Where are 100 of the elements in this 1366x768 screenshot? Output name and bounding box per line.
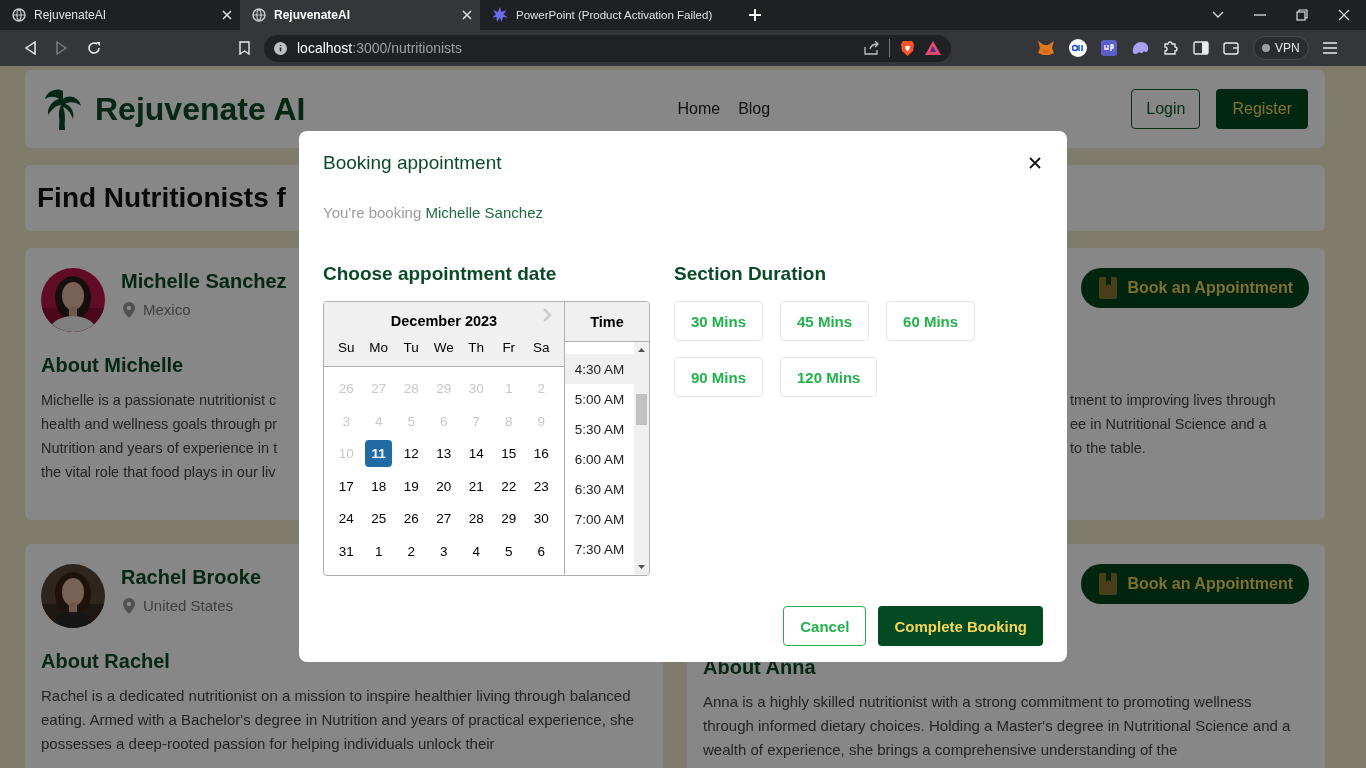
bio-text: Nutrition and years of experience in t — [41, 439, 278, 458]
section-heading: Section Duration — [674, 262, 827, 286]
calendar-day[interactable]: 17 — [332, 472, 360, 500]
close-button[interactable] — [1027, 155, 1043, 171]
bio-text: health and wellness goals through pr — [41, 415, 278, 434]
calendar-day[interactable]: 22 — [495, 472, 523, 500]
calendar-day[interactable]: 25 — [365, 505, 393, 533]
book-icon — [1099, 277, 1118, 299]
bookmark-icon[interactable] — [238, 41, 250, 55]
scrollbar[interactable] — [634, 342, 649, 575]
weekday-label: Sa — [532, 340, 551, 355]
weekday-label: Mo — [368, 340, 390, 355]
scrollbar-thumb[interactable] — [636, 394, 647, 425]
calendar-day[interactable]: 4 — [462, 537, 490, 565]
weekday-label: Su — [337, 340, 356, 355]
status-dot-icon — [1262, 44, 1270, 52]
forward-icon[interactable] — [56, 41, 68, 55]
address-bar[interactable]: localhost:3000/nutritionists — [264, 34, 951, 62]
globe-icon — [12, 8, 26, 22]
time-header: Time — [565, 302, 649, 342]
calendar-day[interactable]: 12 — [397, 440, 425, 468]
nutritionist-name: Rachel Brooke — [121, 566, 262, 589]
close-icon — [1029, 157, 1041, 169]
calendar-day[interactable]: 2 — [397, 537, 425, 565]
calendar-day[interactable]: 18 — [365, 472, 393, 500]
vpn-button[interactable]: VPN — [1253, 36, 1309, 60]
lion-shield-icon[interactable] — [900, 39, 915, 57]
scroll-up-icon[interactable] — [638, 348, 645, 352]
calendar-day[interactable]: 11 — [365, 440, 393, 468]
calendar-day[interactable]: 21 — [462, 472, 490, 500]
close-icon[interactable] — [1338, 9, 1350, 21]
reload-icon[interactable] — [87, 41, 101, 55]
nav-link[interactable]: Home — [677, 100, 721, 118]
calendar-day[interactable]: 16 — [527, 440, 555, 468]
bio-text: ee in Nutritional Science and a — [1070, 415, 1267, 434]
location-pin-icon — [123, 301, 135, 318]
browser-tab[interactable]: PowerPoint (Product Activation Failed) — [480, 0, 742, 30]
bio-text: tment to improving lives through — [1070, 391, 1276, 410]
browser-tab[interactable]: RejuvenateAI — [0, 0, 240, 30]
complete-booking-button[interactable]: Complete Booking — [878, 606, 1043, 646]
login-button[interactable]: Login — [1131, 89, 1201, 129]
booking-summary: You're booking Michelle Sanchez — [323, 203, 544, 223]
bio-text: Anna is a highly skilled nutritionist with a strong commitment to promoting wellness through informed dietary choices. Holding a Master's degree in Nutritional Science and a wealth of experience, she brings a comprehensive understanding of the — [703, 692, 1292, 760]
calendar-day[interactable]: 30 — [527, 505, 555, 533]
calendar-day[interactable]: 15 — [495, 440, 523, 468]
info-icon — [274, 41, 287, 55]
location-text: Mexico — [143, 301, 191, 318]
wallet-icon[interactable] — [1223, 41, 1239, 55]
close-icon[interactable] — [462, 10, 472, 20]
location-text: United States — [143, 597, 234, 614]
calendar-day[interactable]: 1 — [365, 537, 393, 565]
brand-name: Rejuvenate AI — [95, 90, 306, 128]
section-heading: Choose appointment date — [323, 262, 558, 286]
calendar-day[interactable]: 26 — [397, 505, 425, 533]
bio-text: Rachel is a dedicated nutritionist on a mission to inspire healthier living through balanced eating. Armed with a Bachelor's degree in Nutrition and years of practical experience, she possesses a deep-rooted passion for helping individuals unlock their — [41, 686, 636, 754]
calendar-day[interactable]: 28 — [462, 505, 490, 533]
triangle-icon[interactable] — [925, 41, 941, 55]
chevron-right-icon — [543, 308, 552, 322]
chevron-down-icon[interactable] — [1212, 11, 1224, 19]
sparkle-icon — [492, 7, 508, 23]
square-icon[interactable] — [1101, 40, 1117, 56]
browser-tab[interactable]: RejuvenateAI — [240, 0, 480, 30]
nav-link[interactable]: Blog — [738, 100, 771, 118]
about-heading: About Rachel — [41, 649, 170, 673]
calendar-day[interactable]: 20 — [430, 472, 458, 500]
puzzle-icon[interactable] — [1163, 40, 1179, 56]
calendar-day[interactable]: 19 — [397, 472, 425, 500]
bio-text: Michelle is a passionate nutritionist c — [41, 391, 277, 410]
weekday-label: Fr — [501, 340, 517, 355]
plus-icon[interactable] — [748, 8, 762, 22]
calendar-day[interactable]: 24 — [332, 505, 360, 533]
location-pin-icon — [123, 597, 135, 614]
calendar-day[interactable]: 3 — [430, 537, 458, 565]
fox-icon[interactable] — [1037, 40, 1055, 56]
bio-text: to the table. — [1070, 439, 1146, 458]
scroll-down-icon[interactable] — [638, 565, 645, 569]
time-slot[interactable]: 4:30 AM — [565, 354, 634, 384]
close-icon[interactable] — [222, 10, 232, 20]
calendar-day[interactable]: 31 — [332, 537, 360, 565]
weekday-label: We — [432, 340, 455, 355]
nutritionist-name: Michelle Sanchez — [121, 270, 287, 293]
about-heading: About Michelle — [41, 353, 184, 377]
calendar-day[interactable]: 27 — [430, 505, 458, 533]
menu-icon[interactable] — [1322, 42, 1337, 54]
weekday-label: Th — [467, 340, 486, 355]
calendar-day[interactable]: 23 — [527, 472, 555, 500]
calendar-day[interactable]: 29 — [495, 505, 523, 533]
calendar-day[interactable]: 5 — [495, 537, 523, 565]
book-icon — [1099, 573, 1118, 595]
bio-text: the vital role that food plays in our liv — [41, 463, 276, 482]
back-icon[interactable] — [24, 41, 36, 55]
weekday-label: Tu — [402, 340, 420, 355]
calendar-day[interactable]: 13 — [430, 440, 458, 468]
share-icon[interactable] — [864, 41, 879, 55]
ghost-icon[interactable] — [1131, 41, 1149, 55]
circle-icon[interactable] — [1069, 39, 1087, 57]
sidebar-icon[interactable] — [1193, 41, 1209, 55]
calendar-day[interactable]: 14 — [462, 440, 490, 468]
calendar-day[interactable]: 6 — [527, 537, 555, 565]
restore-icon[interactable] — [1296, 9, 1308, 21]
